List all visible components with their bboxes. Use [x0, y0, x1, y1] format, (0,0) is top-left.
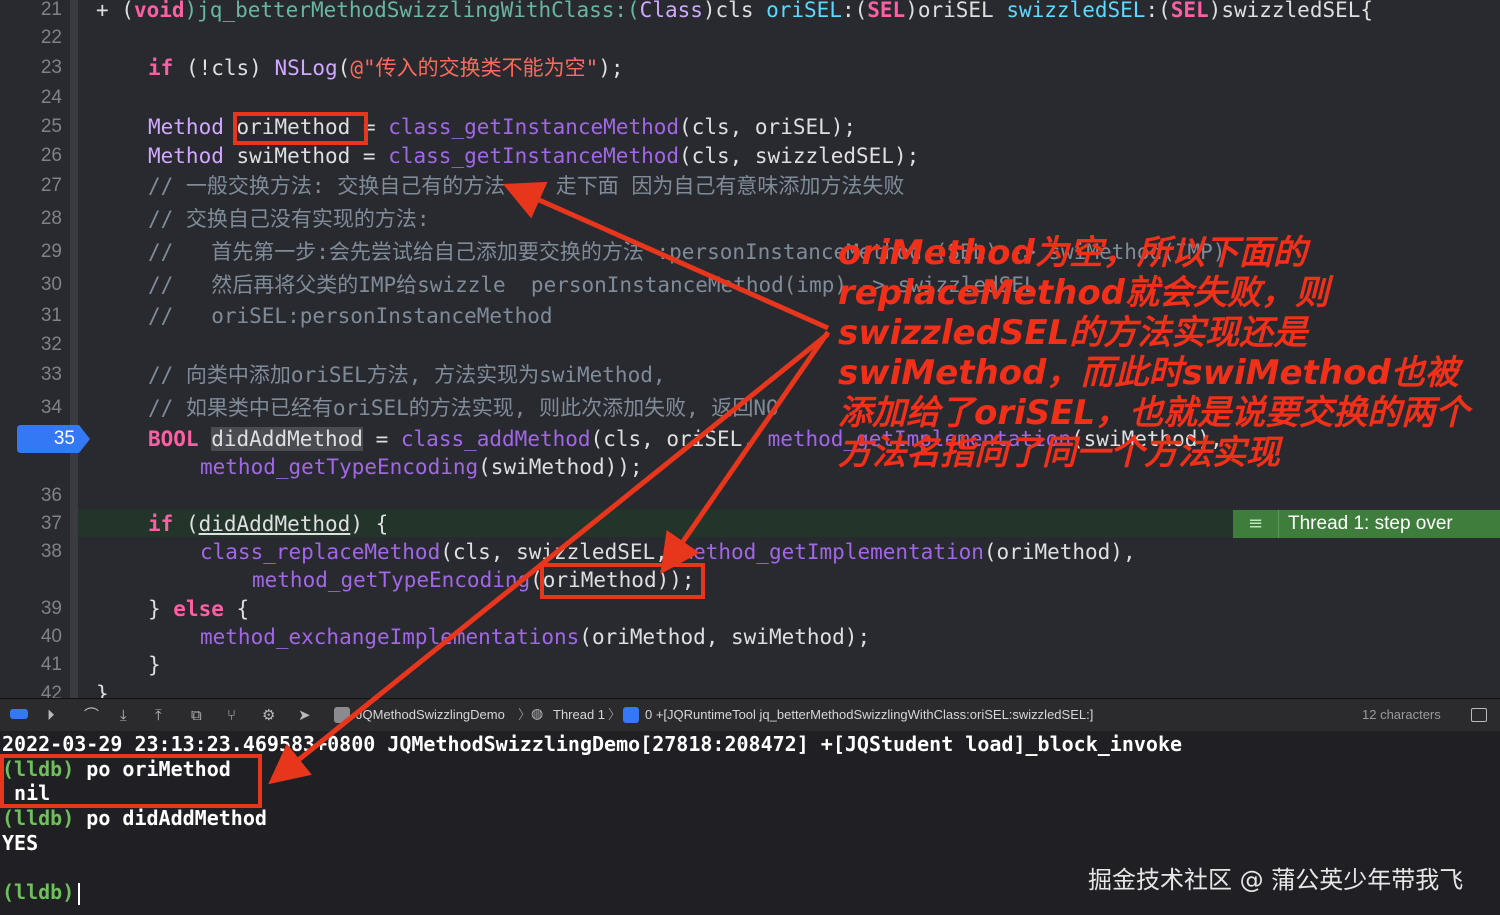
annotation-note: oriMethod为空，所以下面的replaceMethod就会失败，则swiz…: [838, 233, 1470, 473]
watermark: 掘金技术社区 @ 蒲公英少年带我飞: [1088, 866, 1464, 894]
arrow-to-replace-method: [660, 330, 831, 575]
arrow-to-console-nil: [268, 332, 830, 785]
arrow-to-orimethod-declaration: [502, 181, 830, 331]
